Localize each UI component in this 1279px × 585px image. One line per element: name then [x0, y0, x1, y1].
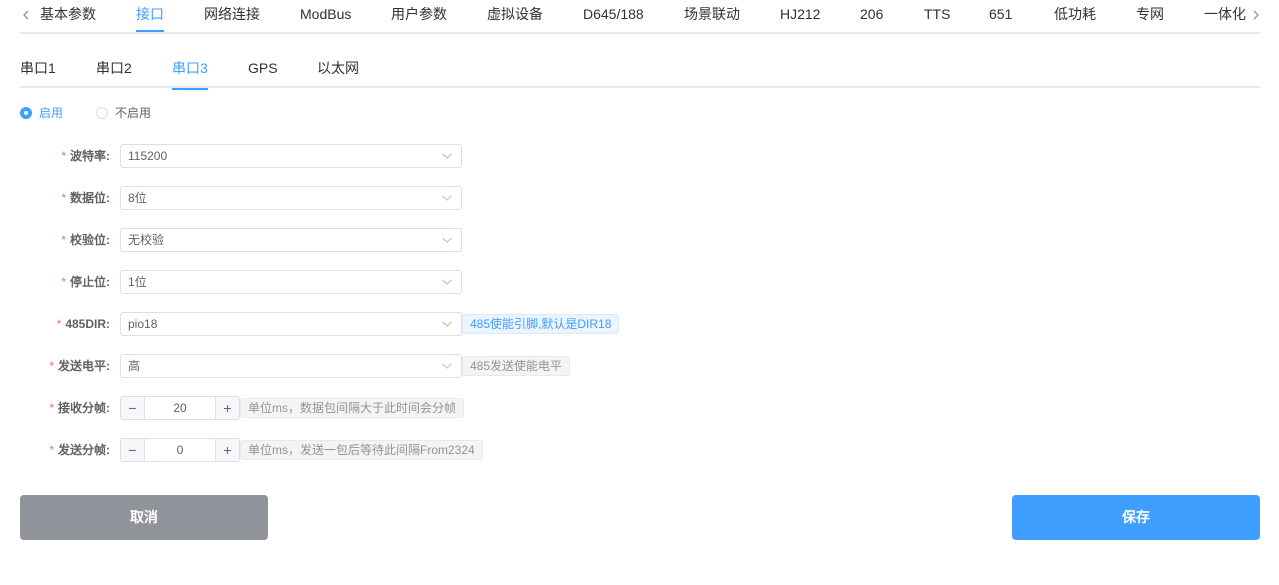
send-level-label: * 发送电平:	[49, 359, 110, 373]
recv-frame-input[interactable]: 20	[145, 397, 215, 419]
data-bits-value: 8位	[128, 191, 147, 205]
increment-button[interactable]: +	[215, 397, 239, 419]
data-bits-label: * 数据位:	[61, 191, 110, 205]
parity-value: 无校验	[128, 233, 165, 247]
required-mark: *	[49, 443, 54, 457]
tab-ethernet[interactable]: 以太网	[317, 50, 359, 88]
parity-row: * 校验位: 无校验	[0, 228, 700, 252]
tab-gps[interactable]: GPS	[248, 50, 278, 88]
data-bits-select[interactable]: 8位	[120, 186, 462, 210]
tab-651[interactable]: 651	[989, 0, 1012, 32]
baud-rate-row: * 波特率: 115200	[0, 144, 700, 168]
send-level-value: 高	[128, 359, 141, 373]
baud-rate-value: 115200	[128, 149, 168, 163]
radio-disable-label: 不启用	[115, 106, 152, 120]
tab-low-power[interactable]: 低功耗	[1054, 0, 1096, 32]
dir485-label: * 485DIR:	[56, 317, 110, 331]
dir485-value: pio18	[128, 317, 158, 331]
tab-hj212[interactable]: HJ212	[780, 0, 820, 32]
send-frame-row: * 发送分帧: − 0 + 单位ms，发送一包后等待此间隔From2324	[0, 438, 700, 462]
required-mark: *	[49, 401, 54, 415]
chevron-left-icon[interactable]	[20, 0, 36, 30]
tab-scene-linkage[interactable]: 场景联动	[684, 0, 740, 32]
tab-serial-3[interactable]: 串口3	[172, 50, 208, 90]
radio-checked-icon	[20, 106, 32, 119]
recv-frame-label: * 接收分帧:	[49, 401, 110, 415]
stop-bits-value: 1位	[128, 275, 147, 289]
top-tab-bar: 基本参数 接口 网络连接 ModBus 用户参数 虚拟设备 D645/188 场…	[20, 0, 1260, 34]
tab-tts[interactable]: TTS	[924, 0, 950, 32]
baud-rate-select[interactable]: 115200	[120, 144, 462, 168]
baud-rate-label: * 波特率:	[61, 149, 110, 163]
dir485-row: * 485DIR: pio18 485使能引脚,默认是DIR18	[0, 312, 700, 336]
chevron-down-icon	[442, 279, 452, 285]
tab-serial-1[interactable]: 串口1	[20, 50, 56, 88]
chevron-down-icon	[442, 363, 452, 369]
tab-network[interactable]: 网络连接	[204, 0, 260, 32]
stop-bits-row: * 停止位: 1位	[0, 270, 700, 294]
recv-frame-stepper: − 20 +	[120, 396, 240, 420]
required-mark: *	[61, 191, 66, 205]
stop-bits-label: * 停止位:	[61, 275, 110, 289]
chevron-down-icon	[442, 321, 452, 327]
send-level-row: * 发送电平: 高 485发送使能电平	[0, 354, 700, 378]
radio-enable-label: 启用	[39, 106, 64, 120]
required-mark: *	[61, 233, 66, 247]
chevron-right-icon[interactable]	[1246, 0, 1260, 30]
tab-integrated[interactable]: 一体化	[1204, 0, 1246, 32]
required-mark: *	[49, 359, 54, 373]
radio-enable[interactable]: 启用	[20, 104, 63, 121]
send-frame-label: * 发送分帧:	[49, 443, 110, 457]
required-mark: *	[56, 317, 62, 331]
data-bits-row: * 数据位: 8位	[0, 186, 700, 210]
recv-frame-row: * 接收分帧: − 20 + 单位ms，数据包间隔大于此时间会分帧	[0, 396, 700, 420]
send-frame-stepper: − 0 +	[120, 438, 240, 462]
send-level-select[interactable]: 高	[120, 354, 462, 378]
radio-unchecked-icon	[96, 106, 108, 119]
tab-virtual-device[interactable]: 虚拟设备	[487, 0, 543, 32]
required-mark: *	[61, 149, 66, 163]
chevron-down-icon	[442, 153, 452, 159]
tab-interface[interactable]: 接口	[136, 0, 164, 32]
dir485-select[interactable]: pio18	[120, 312, 462, 336]
tab-206[interactable]: 206	[860, 0, 883, 32]
decrement-button[interactable]: −	[121, 439, 145, 461]
cancel-button[interactable]: 取消	[20, 495, 268, 540]
parity-select[interactable]: 无校验	[120, 228, 462, 252]
tab-serial-2[interactable]: 串口2	[96, 50, 132, 88]
recv-frame-hint: 单位ms，数据包间隔大于此时间会分帧	[240, 398, 464, 418]
save-button[interactable]: 保存	[1012, 495, 1260, 540]
radio-disable[interactable]: 不启用	[96, 104, 151, 121]
send-frame-hint: 单位ms，发送一包后等待此间隔From2324	[240, 440, 483, 460]
send-level-hint: 485发送使能电平	[462, 356, 571, 376]
tab-user-params[interactable]: 用户参数	[391, 0, 447, 32]
required-mark: *	[61, 275, 66, 289]
stop-bits-select[interactable]: 1位	[120, 270, 462, 294]
decrement-button[interactable]: −	[121, 397, 145, 419]
tab-private-network[interactable]: 专网	[1136, 0, 1164, 32]
dir485-hint: 485使能引脚,默认是DIR18	[462, 314, 620, 334]
tab-modbus[interactable]: ModBus	[300, 0, 351, 32]
tab-basic-params[interactable]: 基本参数	[40, 0, 96, 32]
increment-button[interactable]: +	[215, 439, 239, 461]
chevron-down-icon	[442, 237, 452, 243]
chevron-down-icon	[442, 195, 452, 201]
tab-d645[interactable]: D645/188	[583, 0, 644, 32]
send-frame-input[interactable]: 0	[145, 439, 215, 461]
parity-label: * 校验位:	[61, 233, 110, 247]
serial-port-tab-bar: 串口1 串口2 串口3 GPS 以太网	[20, 50, 1260, 90]
